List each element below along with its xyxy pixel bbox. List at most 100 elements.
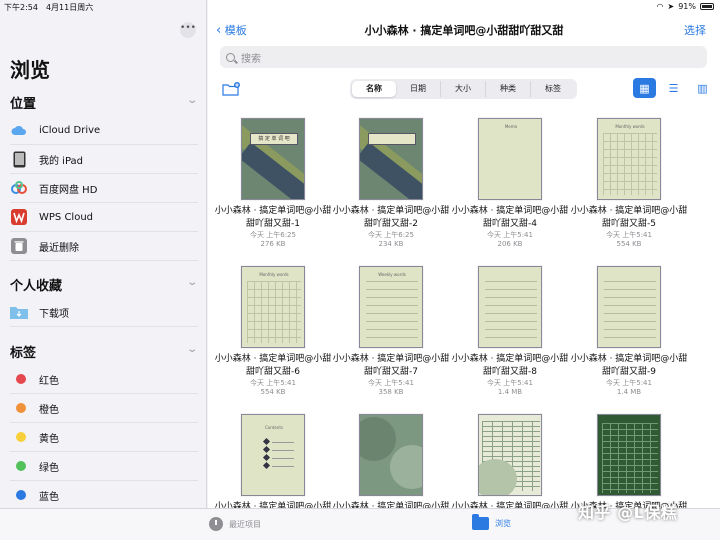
file-size: 554 KB — [616, 240, 642, 248]
status-bar: 下午2:54 4月11日周六 ◠ ➤ 91% — [0, 0, 720, 14]
sidebar-tag-item[interactable]: 红色 — [10, 365, 198, 394]
sort-option[interactable]: 日期 — [396, 81, 441, 97]
sort-option[interactable]: 种类 — [486, 81, 531, 97]
file-browser: ‹ 模板 小小森林 · 搞定单词吧@小甜甜吖甜又甜 选择 搜索 名称 日期 大小 种类… — [208, 0, 720, 508]
file-thumbnail — [478, 266, 542, 348]
search-field[interactable]: 搜索 — [220, 46, 707, 68]
file-size: 1.4 MB — [497, 388, 523, 396]
file-item[interactable]: Contents 小小森林 · 搞定单词吧@小甜甜吖甜又甜-10 — [214, 408, 332, 508]
file-item[interactable]: 小小森林 · 搞定单词吧@小甜甜吖甜又甜-13 — [570, 408, 688, 508]
section-header-favorites[interactable]: 个人收藏 ⌄ — [10, 275, 198, 295]
location-icon: ➤ — [667, 2, 675, 11]
sort-option[interactable]: 大小 — [441, 81, 486, 97]
battery-icon — [700, 3, 714, 10]
sidebar-tag-label: 橙色 — [39, 404, 59, 416]
section-header-locations[interactable]: 位置 ⌄ — [10, 93, 198, 113]
sidebar-tag-item[interactable]: 橙色 — [10, 394, 198, 423]
sidebar-item-label: WPS Cloud — [39, 211, 94, 223]
file-name: 小小森林 · 搞定单词吧@小甜甜吖甜又甜-6 — [214, 354, 332, 377]
chevron-down-icon: ⌄ — [185, 95, 198, 106]
sidebar-item-icloud[interactable]: iCloud Drive — [10, 116, 198, 145]
file-date: 今天 上午5:41 — [606, 231, 652, 239]
file-thumbnail — [359, 414, 423, 496]
column-view-button[interactable]: ▥ — [691, 78, 714, 98]
page-header: Memo — [504, 124, 518, 129]
file-date: 今天 上午5:41 — [250, 379, 296, 387]
tab-browse[interactable]: 浏览 — [472, 514, 511, 530]
wps-icon — [10, 208, 28, 226]
file-item[interactable]: 小小森林 · 搞定单词吧@小甜甜吖甜又甜-2 今天 上午6:25 234 KB — [332, 112, 450, 257]
sort-segmented-control: 名称 日期 大小 种类 标签 — [350, 79, 577, 99]
tag-color-dot-icon — [10, 457, 28, 475]
sidebar-item-wps[interactable]: WPS Cloud — [10, 203, 198, 232]
sidebar-item-baidu-netdisk[interactable]: 百度网盘 HD — [10, 174, 198, 203]
file-size: 1.4 MB — [616, 388, 642, 396]
search-placeholder: 搜索 — [241, 53, 261, 65]
sidebar-tag-item[interactable]: 蓝色 — [10, 481, 198, 508]
chevron-down-icon: ⌄ — [185, 277, 198, 288]
sidebar-tag-label: 蓝色 — [39, 491, 59, 503]
file-name: 小小森林 · 搞定单词吧@小甜甜吖甜又甜-9 — [570, 354, 688, 377]
file-thumbnail — [597, 414, 661, 496]
sidebar-tag-item[interactable]: 黄色 — [10, 423, 198, 452]
chevron-down-icon: ⌄ — [185, 344, 198, 355]
file-date: 今天 上午6:25 — [250, 231, 296, 239]
file-size: 554 KB — [260, 388, 286, 396]
tag-color-dot-icon — [10, 486, 28, 504]
tag-color-dot-icon — [10, 399, 28, 417]
sidebar-item-label: 最近删除 — [39, 242, 79, 254]
file-thumbnail — [597, 266, 661, 348]
sidebar-item-label: 百度网盘 HD — [39, 184, 98, 196]
cover-label: 搞 定 单 词 吧 — [250, 133, 298, 145]
navigation-bar: ‹ 模板 小小森林 · 搞定单词吧@小甜甜吖甜又甜 选择 — [208, 14, 720, 44]
new-folder-icon[interactable] — [222, 82, 240, 96]
page-header: Contents — [265, 425, 283, 430]
sidebar: ••• 浏览 位置 ⌄ iCloud Drive 我的 iPad 百度网盘 HD WP… — [0, 0, 207, 508]
sidebar-tag-item[interactable]: 绿色 — [10, 452, 198, 481]
file-name: 小小森林 · 搞定单词吧@小甜甜吖甜又甜-10 — [214, 502, 332, 508]
file-item[interactable]: Weekly words 小小森林 · 搞定单词吧@小甜甜吖甜又甜-7 今天 上午5… — [332, 260, 450, 405]
sidebar-item-ipad[interactable]: 我的 iPad — [10, 145, 198, 174]
file-size: 206 KB — [497, 240, 523, 248]
file-size: 276 KB — [260, 240, 286, 248]
file-item[interactable]: Monthly words 小小森林 · 搞定单词吧@小甜甜吖甜又甜-6 今天 上午… — [214, 260, 332, 405]
file-name: 小小森林 · 搞定单词吧@小甜甜吖甜又甜-1 — [214, 206, 332, 229]
section-header-tags[interactable]: 标签 ⌄ — [10, 342, 198, 362]
sort-option[interactable]: 名称 — [352, 81, 396, 97]
tab-recents[interactable]: 最近项目 — [209, 517, 261, 531]
file-thumbnail: Weekly words — [359, 266, 423, 348]
select-button[interactable]: 选择 — [684, 22, 706, 38]
file-item[interactable]: Monthly words 小小森林 · 搞定单词吧@小甜甜吖甜又甜-5 今天 上午… — [570, 112, 688, 257]
list-view-button[interactable]: ☰ — [662, 78, 685, 98]
sidebar-title: 浏览 — [10, 58, 50, 82]
watermark: 知乎 @L保糕 — [578, 503, 678, 522]
file-item[interactable]: 小小森林 · 搞定单词吧@小甜甜吖甜又甜-9 今天 上午5:41 1.4 MB — [570, 260, 688, 405]
file-date: 今天 上午5:41 — [368, 379, 414, 387]
file-name: 小小森林 · 搞定单词吧@小甜甜吖甜又甜-2 — [332, 206, 450, 229]
file-item[interactable]: 小小森林 · 搞定单词吧@小甜甜吖甜又甜-12 — [451, 408, 569, 508]
grid-icon: ▦ — [639, 81, 650, 95]
list-icon: ☰ — [668, 81, 679, 95]
file-thumbnail: Contents — [241, 414, 305, 496]
battery-percent: 91% — [678, 2, 696, 11]
file-item[interactable]: 搞 定 单 词 吧小小森林 · 搞定单词吧@小甜甜吖甜又甜-1 今天 上午6:25… — [214, 112, 332, 257]
file-meta: 今天 上午5:41 1.4 MB — [451, 379, 569, 397]
status-date: 4月11日周六 — [45, 3, 94, 12]
file-item[interactable]: 小小森林 · 搞定单词吧@小甜甜吖甜又甜-8 今天 上午5:41 1.4 MB — [451, 260, 569, 405]
search-icon — [226, 52, 235, 62]
cover-label — [368, 133, 416, 145]
page-header: Monthly words — [259, 272, 289, 277]
grid-view-button[interactable]: ▦ — [633, 78, 656, 98]
file-item[interactable]: Memo 小小森林 · 搞定单词吧@小甜甜吖甜又甜-4 今天 上午5:41 206 K… — [451, 112, 569, 257]
file-name: 小小森林 · 搞定单词吧@小甜甜吖甜又甜-7 — [332, 354, 450, 377]
sidebar-item-downloads[interactable]: 下载项 — [10, 298, 198, 327]
view-mode-buttons: ▦ ☰ ▥ — [633, 78, 714, 98]
more-options-button[interactable]: ••• — [180, 22, 196, 38]
file-item[interactable]: 小小森林 · 搞定单词吧@小甜甜吖甜又甜-11 — [332, 408, 450, 508]
downloads-folder-icon — [10, 303, 28, 321]
file-date: 今天 上午5:41 — [487, 231, 533, 239]
sidebar-tag-label: 绿色 — [39, 462, 59, 474]
file-meta: 今天 上午5:41 1.4 MB — [570, 379, 688, 397]
sort-option[interactable]: 标签 — [531, 81, 575, 97]
sidebar-item-trash[interactable]: 最近删除 — [10, 232, 198, 261]
